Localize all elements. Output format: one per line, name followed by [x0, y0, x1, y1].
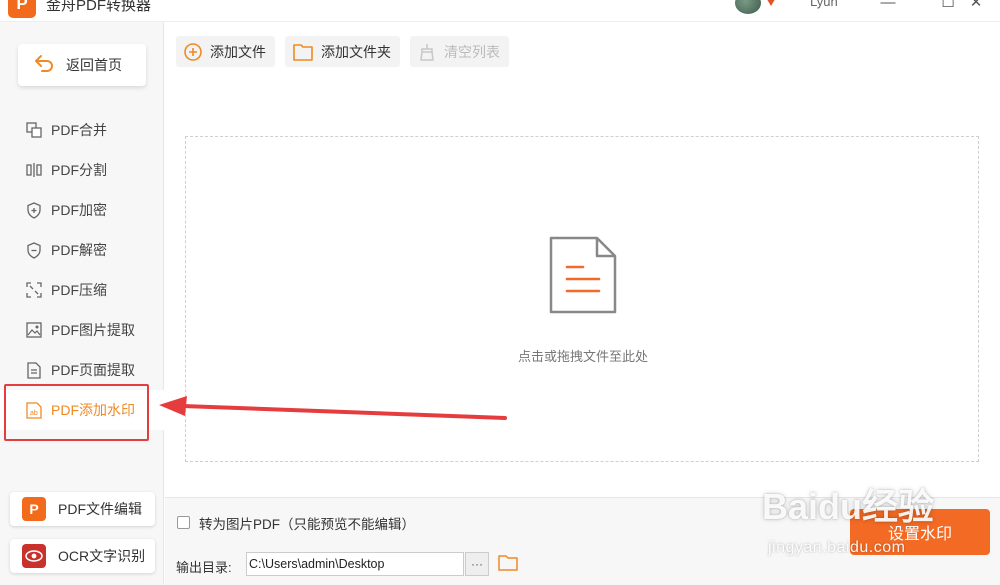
home-button-label: 返回首页	[66, 57, 122, 73]
minimize-button[interactable]: —	[876, 0, 900, 12]
maximize-button[interactable]: ☐	[936, 0, 960, 12]
convert-to-image-checkbox[interactable]	[177, 516, 190, 529]
browse-button[interactable]: ···	[465, 552, 489, 576]
broom-icon	[418, 43, 436, 61]
shield-plus-icon	[25, 201, 43, 219]
vip-icon[interactable]	[765, 0, 777, 6]
annotation-highlight-box	[4, 384, 149, 441]
username[interactable]: Lyun	[810, 0, 838, 9]
sidebar-item-label: PDF加密	[51, 202, 107, 218]
shield-minus-icon	[25, 241, 43, 259]
close-button[interactable]: ✕	[964, 0, 988, 12]
add-folder-button[interactable]: 添加文件夹	[285, 36, 400, 67]
sidebar-item-label: PDF页面提取	[51, 362, 135, 378]
baidu-watermark: Baidu经验	[762, 486, 935, 527]
sidebar-item-merge[interactable]: PDF合并	[0, 110, 164, 150]
sidebar-item-label: PDF压缩	[51, 282, 107, 298]
sidebar: 返回首页 PDF合并 PDF分割 PDF加密 PDF解密 PDF压缩 PDF图片…	[0, 22, 164, 585]
add-folder-label: 添加文件夹	[321, 43, 391, 60]
convert-to-image-label[interactable]: 转为图片PDF（只能预览不能编辑）	[199, 513, 415, 533]
sidebar-item-label: PDF图片提取	[51, 322, 135, 338]
folder-icon	[293, 43, 313, 61]
output-dir-label: 输出目录:	[176, 560, 232, 575]
ocr-icon	[22, 544, 46, 568]
app-title: 金舟PDF转换器	[46, 0, 152, 14]
sidebar-item-label: PDF分割	[51, 162, 107, 178]
sidebar-item-split[interactable]: PDF分割	[0, 150, 164, 190]
title-bar: P 金舟PDF转换器 Lyun — ☐ ✕	[0, 0, 1000, 22]
back-arrow-icon	[34, 54, 54, 76]
add-circle-icon	[184, 42, 202, 61]
clear-list-label: 清空列表	[444, 43, 500, 60]
drop-hint: 点击或拖拽文件至此处	[517, 349, 648, 364]
document-icon	[547, 234, 619, 321]
pdf-editor-label: PDF文件编辑	[58, 501, 142, 517]
sidebar-item-encrypt[interactable]: PDF加密	[0, 190, 164, 230]
app-logo-icon: P	[8, 0, 36, 18]
pdf-editor-button[interactable]: P PDF文件编辑	[10, 492, 155, 526]
compress-icon	[25, 281, 43, 299]
open-folder-icon[interactable]	[498, 554, 518, 576]
sidebar-item-compress[interactable]: PDF压缩	[0, 270, 164, 310]
sidebar-item-label: PDF解密	[51, 242, 107, 258]
avatar[interactable]	[735, 0, 761, 14]
split-icon	[25, 161, 43, 179]
annotation-arrow-icon	[159, 396, 507, 420]
output-dir-field[interactable]: C:\Users\admin\Desktop	[246, 552, 464, 576]
add-file-button[interactable]: 添加文件	[176, 36, 275, 67]
sidebar-item-decrypt[interactable]: PDF解密	[0, 230, 164, 270]
add-file-label: 添加文件	[210, 43, 266, 60]
merge-icon	[25, 121, 43, 139]
clear-list-button[interactable]: 清空列表	[410, 36, 509, 67]
pdf-editor-icon: P	[22, 497, 46, 521]
ocr-label: OCR文字识别	[58, 548, 146, 564]
ocr-button[interactable]: OCR文字识别	[10, 539, 155, 573]
baidu-watermark-url: jingyan.baidu.com	[768, 539, 906, 556]
image-icon	[25, 321, 43, 339]
sidebar-item-label: PDF合并	[51, 122, 107, 138]
home-button[interactable]: 返回首页	[18, 44, 146, 86]
sidebar-item-image-extract[interactable]: PDF图片提取	[0, 310, 164, 350]
page-icon	[25, 361, 43, 379]
